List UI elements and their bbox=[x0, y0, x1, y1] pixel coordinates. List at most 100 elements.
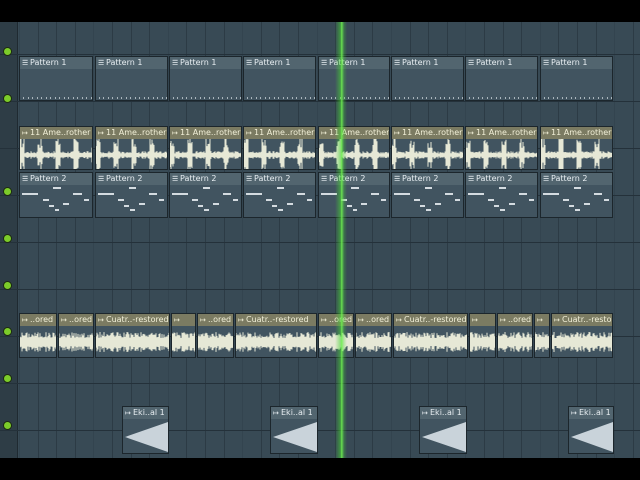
aud-clip[interactable]: ↦Cuatr..-restored bbox=[393, 313, 468, 358]
pat2-clip[interactable]: ☰ Pattern 2 bbox=[465, 172, 538, 218]
clip-header[interactable]: ↦ ..ored bbox=[319, 314, 353, 326]
clip-header[interactable]: ☰ Pattern 1 bbox=[20, 57, 92, 69]
pat1-clip[interactable]: ☰ Pattern 1 bbox=[19, 56, 93, 101]
clip-header[interactable]: ↦ 11 Ame..rother bbox=[170, 127, 241, 139]
aud-clip[interactable]: ↦ bbox=[469, 313, 496, 358]
pat1-clip[interactable]: ☰ Pattern 1 bbox=[391, 56, 464, 101]
clip-header[interactable]: ↦ 11 Ame..rother bbox=[392, 127, 463, 139]
aud-clip[interactable]: ↦Cuatr..-restored bbox=[235, 313, 317, 358]
clip-header[interactable]: ↦ Eki..al 1 bbox=[420, 407, 466, 419]
clip-header[interactable]: ↦Cuatr..-restored bbox=[96, 314, 169, 326]
aud-clip[interactable]: ↦ 11 Ame..rother bbox=[243, 126, 316, 170]
clip-header[interactable]: ↦ ..ored bbox=[20, 314, 56, 326]
step-tick bbox=[477, 97, 479, 99]
clip-header[interactable]: ☰ Pattern 1 bbox=[244, 57, 315, 69]
pat1-clip[interactable]: ☰ Pattern 1 bbox=[465, 56, 538, 101]
eki-clip[interactable]: ↦ Eki..al 1 bbox=[270, 406, 318, 454]
pat2-clip[interactable]: ☰ Pattern 2 bbox=[318, 172, 390, 218]
aud-clip[interactable]: ↦ ..ored bbox=[19, 313, 57, 358]
clip-header[interactable]: ↦ 11 Ame..rother bbox=[20, 127, 92, 139]
clip-header[interactable]: ↦ ..ored bbox=[198, 314, 233, 326]
eki-clip[interactable]: ↦ Eki..al 1 bbox=[568, 406, 614, 454]
pat1-clip[interactable]: ☰ Pattern 1 bbox=[95, 56, 168, 101]
pat2-clip[interactable]: ☰ Pattern 2 bbox=[243, 172, 316, 218]
clip-header[interactable]: ☰ Pattern 2 bbox=[319, 173, 389, 185]
aud-clip[interactable]: ↦ 11 Ame..rother bbox=[169, 126, 242, 170]
clip-header[interactable]: ↦ bbox=[470, 314, 495, 326]
clip-header[interactable]: ☰ Pattern 2 bbox=[541, 173, 612, 185]
step-tick bbox=[143, 97, 145, 99]
pat2-clip[interactable]: ☰ Pattern 2 bbox=[95, 172, 168, 218]
aud-clip[interactable]: ↦ 11 Ame..rother bbox=[19, 126, 93, 170]
pat2-clip[interactable]: ☰ Pattern 2 bbox=[391, 172, 464, 218]
pat2-clip[interactable]: ☰ Pattern 2 bbox=[19, 172, 93, 218]
aud-clip[interactable]: ↦ 11 Ame..rother bbox=[318, 126, 390, 170]
aud-clip[interactable]: ↦ ..ored bbox=[318, 313, 354, 358]
clip-header[interactable]: ☰ Pattern 2 bbox=[96, 173, 167, 185]
aud-clip[interactable]: ↦ 11 Ame..rother bbox=[95, 126, 168, 170]
clip-header[interactable]: ☰ Pattern 2 bbox=[392, 173, 463, 185]
aud-clip[interactable]: ↦ 11 Ame..rother bbox=[540, 126, 613, 170]
clip-header[interactable]: ☰ Pattern 1 bbox=[319, 57, 389, 69]
clip-header[interactable]: ↦ ..ored bbox=[498, 314, 532, 326]
eki-clip[interactable]: ↦ Eki..al 1 bbox=[419, 406, 467, 454]
clip-header[interactable]: ↦ ..ored bbox=[59, 314, 93, 326]
aud-clip[interactable]: ↦ ..ored bbox=[197, 313, 234, 358]
note-block bbox=[593, 193, 602, 195]
pat1-clip[interactable]: ☰ Pattern 1 bbox=[243, 56, 316, 101]
clip-header[interactable]: ↦ 11 Ame..rother bbox=[96, 127, 167, 139]
eki-clip[interactable]: ↦ Eki..al 1 bbox=[122, 406, 169, 454]
pat1-clip[interactable]: ☰ Pattern 1 bbox=[169, 56, 242, 101]
clip-header[interactable]: ↦ Eki..al 1 bbox=[123, 407, 168, 419]
sample-waveform bbox=[125, 422, 168, 452]
aud-clip[interactable]: ↦ ..ored bbox=[355, 313, 392, 358]
note-block bbox=[272, 205, 278, 207]
clip-label: Cuatr..-restored bbox=[106, 315, 169, 324]
clip-header[interactable]: ☰ Pattern 1 bbox=[466, 57, 537, 69]
pat1-clip[interactable]: ☰ Pattern 1 bbox=[540, 56, 613, 101]
clip-header[interactable]: ☰ Pattern 1 bbox=[170, 57, 241, 69]
step-tick bbox=[509, 97, 511, 99]
clip-header[interactable]: ↦ bbox=[535, 314, 549, 326]
track-mute-led-icon[interactable] bbox=[4, 48, 11, 55]
aud-clip[interactable]: ↦ 11 Ame..rother bbox=[465, 126, 538, 170]
clip-header[interactable]: ↦ 11 Ame..rother bbox=[466, 127, 537, 139]
playlist-area[interactable]: ☰ Pattern 1 ☰ Pattern 1 ☰ Pattern 1 ☰ Pattern 1… bbox=[0, 22, 640, 458]
clip-header[interactable]: ☰ Pattern 2 bbox=[466, 173, 537, 185]
clip-header[interactable]: ↦ 11 Ame..rother bbox=[244, 127, 315, 139]
aud-clip[interactable]: ↦ 11 Ame..rother bbox=[391, 126, 464, 170]
aud-clip[interactable]: ↦ bbox=[171, 313, 196, 358]
clip-header[interactable]: ↦Cuatr..-restored bbox=[236, 314, 316, 326]
step-tick bbox=[469, 97, 470, 99]
clip-header[interactable]: ☰ Pattern 2 bbox=[20, 173, 92, 185]
clip-header[interactable]: ↦ 11 Ame..rother bbox=[541, 127, 612, 139]
track-mute-led-icon[interactable] bbox=[4, 282, 11, 289]
aud-clip[interactable]: ↦ bbox=[534, 313, 550, 358]
aud-clip[interactable]: ↦ ..ored bbox=[497, 313, 533, 358]
aud-clip[interactable]: ↦ ..ored bbox=[58, 313, 94, 358]
clip-header[interactable]: ☰ Pattern 2 bbox=[244, 173, 315, 185]
pat2-clip[interactable]: ☰ Pattern 2 bbox=[169, 172, 242, 218]
clip-header[interactable]: ↦ Eki..al 1 bbox=[569, 407, 613, 419]
clip-header[interactable]: ☰ Pattern 1 bbox=[96, 57, 167, 69]
clip-header[interactable]: ↦ ..ored bbox=[356, 314, 391, 326]
track-mute-led-icon[interactable] bbox=[4, 328, 11, 335]
pat1-clip[interactable]: ☰ Pattern 1 bbox=[318, 56, 390, 101]
clip-header[interactable]: ☰ Pattern 1 bbox=[392, 57, 463, 69]
clip-header[interactable]: ↦Cuatr..-restored bbox=[552, 314, 612, 326]
track-mute-led-icon[interactable] bbox=[4, 235, 11, 242]
track-mute-led-icon[interactable] bbox=[4, 95, 11, 102]
aud-clip[interactable]: ↦Cuatr..-restored bbox=[551, 313, 613, 358]
track-mute-led-icon[interactable] bbox=[4, 375, 11, 382]
track-mute-led-icon[interactable] bbox=[4, 422, 11, 429]
clip-header[interactable]: ↦ Eki..al 1 bbox=[271, 407, 317, 419]
step-tick bbox=[157, 97, 159, 99]
clip-header[interactable]: ☰ Pattern 1 bbox=[541, 57, 612, 69]
aud-clip[interactable]: ↦Cuatr..-restored bbox=[95, 313, 170, 358]
clip-header[interactable]: ☰ Pattern 2 bbox=[170, 173, 241, 185]
clip-header[interactable]: ↦ 11 Ame..rother bbox=[319, 127, 389, 139]
track-mute-led-icon[interactable] bbox=[4, 188, 11, 195]
clip-header[interactable]: ↦Cuatr..-restored bbox=[394, 314, 467, 326]
pat2-clip[interactable]: ☰ Pattern 2 bbox=[540, 172, 613, 218]
clip-header[interactable]: ↦ bbox=[172, 314, 195, 326]
